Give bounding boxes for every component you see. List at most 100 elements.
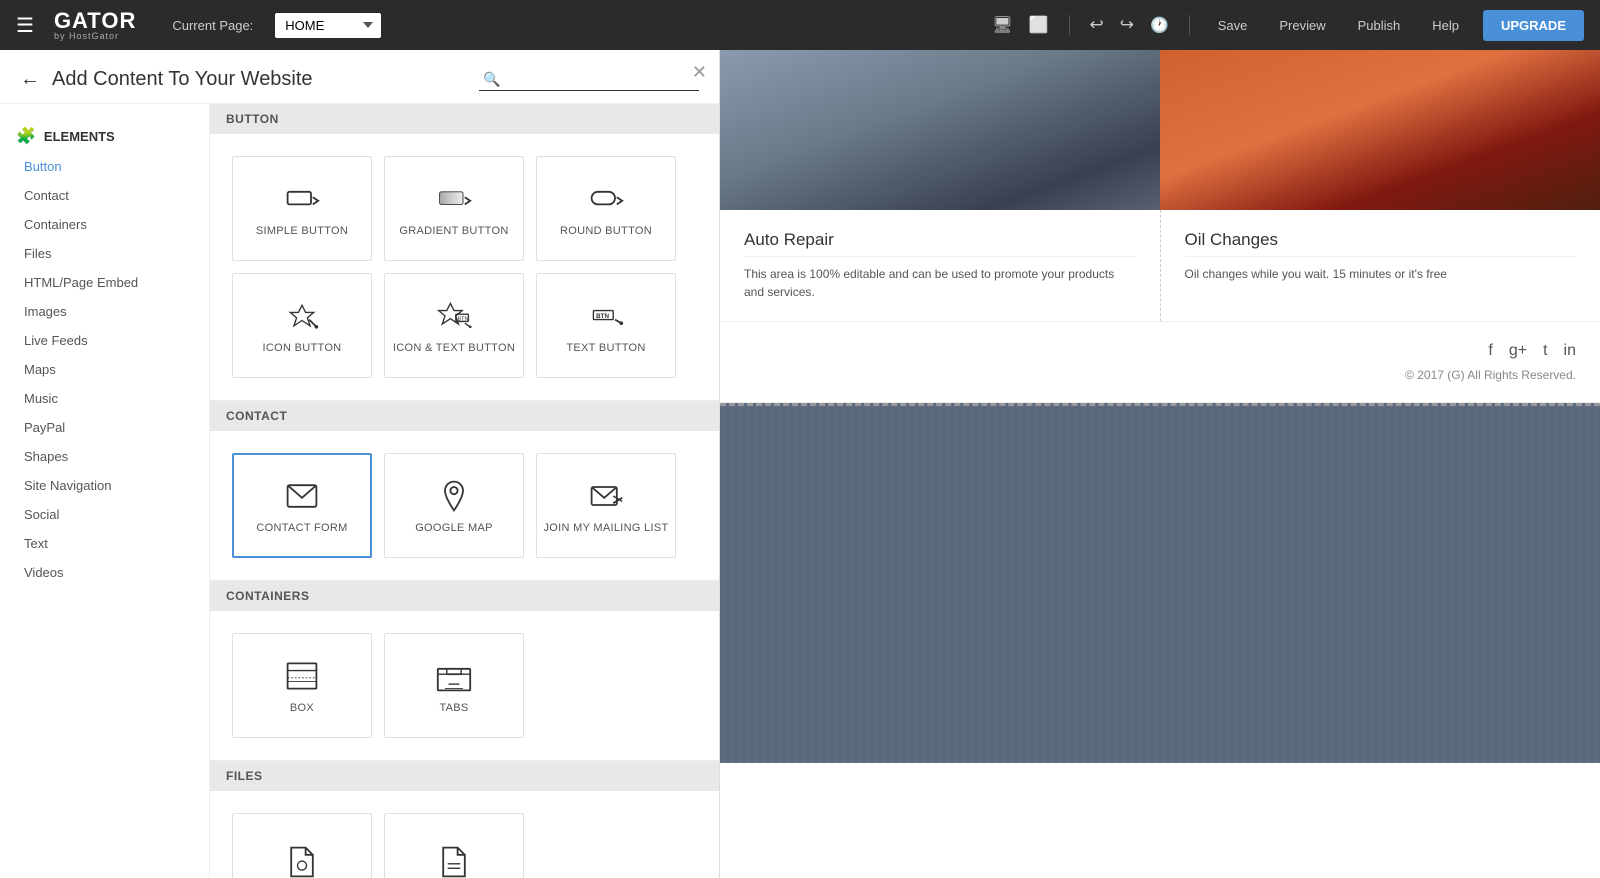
tabs-icon — [436, 658, 472, 694]
oil-changes-image — [1160, 50, 1600, 210]
round-button-card[interactable]: ROUND BUTTON — [536, 156, 676, 261]
sidebar-item-button[interactable]: Button — [0, 152, 209, 181]
sidebar-item-shapes[interactable]: Shapes — [0, 442, 209, 471]
file-icon-1 — [284, 844, 320, 878]
preview-col-1: Auto Repair This area is 100% editable a… — [720, 210, 1161, 321]
tabs-label: TABS — [439, 702, 468, 714]
current-page-label: Current Page: — [172, 18, 253, 33]
files-section: FILES — [210, 761, 719, 878]
puzzle-icon: 🧩 — [16, 126, 36, 146]
google-map-card[interactable]: GOOGLE MAP — [384, 453, 524, 558]
sidebar-item-music[interactable]: Music — [0, 384, 209, 413]
copyright-text: © 2017 (G) All Rights Reserved. — [744, 368, 1576, 382]
auto-repair-title: Auto Repair — [744, 230, 1136, 257]
redo-icon[interactable]: ↪ — [1120, 15, 1134, 35]
text-button-label: TEXT BUTTON — [566, 342, 645, 354]
preview-button[interactable]: Preview — [1271, 14, 1333, 37]
text-button-card[interactable]: BTN TEXT BUTTON — [536, 273, 676, 378]
elements-label: ELEMENTS — [44, 129, 115, 144]
containers-section-heading: CONTAINERS — [210, 581, 719, 611]
tabs-card[interactable]: TABS — [384, 633, 524, 738]
contact-form-label: CONTACT FORM — [256, 522, 347, 534]
panel-body: 🧩 ELEMENTS Button Contact Containers Fil… — [0, 104, 719, 878]
main-layout: ← Add Content To Your Website 🔍 ✕ 🧩 ELEM… — [0, 50, 1600, 878]
icon-text-button-card[interactable]: BTN ICON & TEXT BUTTON — [384, 273, 524, 378]
contact-form-card[interactable]: CONTACT FORM — [232, 453, 372, 558]
website-preview: Auto Repair This area is 100% editable a… — [720, 50, 1600, 878]
divider — [1069, 15, 1070, 35]
icon-text-button-icon: BTN — [436, 298, 472, 334]
facebook-icon[interactable]: f — [1488, 342, 1492, 360]
join-mailing-list-card[interactable]: JOIN MY MAILING LIST — [536, 453, 676, 558]
files-grid — [210, 791, 719, 878]
help-button[interactable]: Help — [1424, 14, 1467, 37]
back-button[interactable]: ← — [20, 68, 40, 91]
sidebar-item-text[interactable]: Text — [0, 529, 209, 558]
tablet-view-icon[interactable]: ⬜ — [1029, 15, 1049, 35]
save-button[interactable]: Save — [1210, 14, 1256, 37]
containers-section: CONTAINERS BOX — [210, 581, 719, 761]
history-icon[interactable]: 🕐 — [1150, 16, 1169, 34]
social-icons: f g+ t in — [744, 342, 1576, 360]
file-icon-2 — [436, 844, 472, 878]
search-icon: 🔍 — [483, 71, 500, 88]
join-mailing-list-icon — [588, 478, 624, 514]
publish-button[interactable]: Publish — [1350, 14, 1409, 37]
button-grid: SIMPLE BUTTON — [210, 134, 719, 401]
close-icon[interactable]: ✕ — [692, 62, 707, 83]
search-bar[interactable]: 🔍 — [479, 69, 699, 91]
files-section-heading: FILES — [210, 761, 719, 791]
logo: GATOR by HostGator — [54, 10, 136, 41]
box-card[interactable]: BOX — [232, 633, 372, 738]
sidebar-item-paypal[interactable]: PayPal — [0, 413, 209, 442]
sidebar-item-maps[interactable]: Maps — [0, 355, 209, 384]
hamburger-menu-icon[interactable]: ☰ — [16, 13, 34, 38]
auto-repair-image — [720, 50, 1160, 210]
icon-button-card[interactable]: ICON BUTTON — [232, 273, 372, 378]
text-button-icon: BTN — [588, 298, 624, 334]
icon-text-button-label: ICON & TEXT BUTTON — [393, 342, 515, 354]
button-section-heading: BUTTON — [210, 104, 719, 134]
add-content-panel: ← Add Content To Your Website 🔍 ✕ 🧩 ELEM… — [0, 50, 720, 878]
content-area: BUTTON SIMPLE BUTTON — [210, 104, 719, 878]
file-card-2[interactable] — [384, 813, 524, 878]
oil-changes-title: Oil Changes — [1185, 230, 1577, 257]
button-section: BUTTON SIMPLE BUTTON — [210, 104, 719, 401]
gradient-button-card[interactable]: GRADIENT BUTTON — [384, 156, 524, 261]
sidebar-item-images[interactable]: Images — [0, 297, 209, 326]
preview-image-oil-changes — [1160, 50, 1600, 210]
simple-button-label: SIMPLE BUTTON — [256, 225, 348, 237]
sidebar-item-containers[interactable]: Containers — [0, 210, 209, 239]
oil-changes-body: Oil changes while you wait. 15 minutes o… — [1185, 265, 1577, 283]
panel-header: ← Add Content To Your Website 🔍 ✕ — [0, 50, 719, 104]
preview-dark-area — [720, 403, 1600, 763]
sidebar-item-files[interactable]: Files — [0, 239, 209, 268]
join-mailing-list-label: JOIN MY MAILING LIST — [544, 522, 669, 534]
sidebar-item-contact[interactable]: Contact — [0, 181, 209, 210]
linkedin-icon[interactable]: in — [1564, 342, 1576, 360]
sidebar-item-live-feeds[interactable]: Live Feeds — [0, 326, 209, 355]
sidebar-item-site-navigation[interactable]: Site Navigation — [0, 471, 209, 500]
logo-gator: GATOR — [54, 10, 136, 32]
twitter-icon[interactable]: t — [1543, 342, 1547, 360]
google-plus-icon[interactable]: g+ — [1509, 342, 1527, 360]
sidebar-item-html-embed[interactable]: HTML/Page Embed — [0, 268, 209, 297]
divider — [1189, 15, 1190, 35]
desktop-view-icon[interactable]: 🖥 — [992, 15, 1012, 35]
search-input[interactable] — [504, 71, 694, 87]
panel-title: Add Content To Your Website — [52, 68, 467, 91]
sidebar-item-social[interactable]: Social — [0, 500, 209, 529]
simple-button-card[interactable]: SIMPLE BUTTON — [232, 156, 372, 261]
page-selector[interactable]: HOME ABOUT CONTACT SERVICES — [275, 13, 381, 38]
undo-icon[interactable]: ↩ — [1090, 15, 1104, 35]
sidebar-item-videos[interactable]: Videos — [0, 558, 209, 587]
simple-button-icon — [284, 181, 320, 217]
upgrade-button[interactable]: UPGRADE — [1483, 10, 1584, 41]
contact-form-icon — [284, 478, 320, 514]
left-navigation: 🧩 ELEMENTS Button Contact Containers Fil… — [0, 104, 210, 878]
preview-footer: f g+ t in © 2017 (G) All Rights Reserved… — [720, 322, 1600, 403]
file-card-1[interactable] — [232, 813, 372, 878]
box-label: BOX — [290, 702, 314, 714]
auto-repair-body: This area is 100% editable and can be us… — [744, 265, 1136, 301]
round-button-label: ROUND BUTTON — [560, 225, 652, 237]
